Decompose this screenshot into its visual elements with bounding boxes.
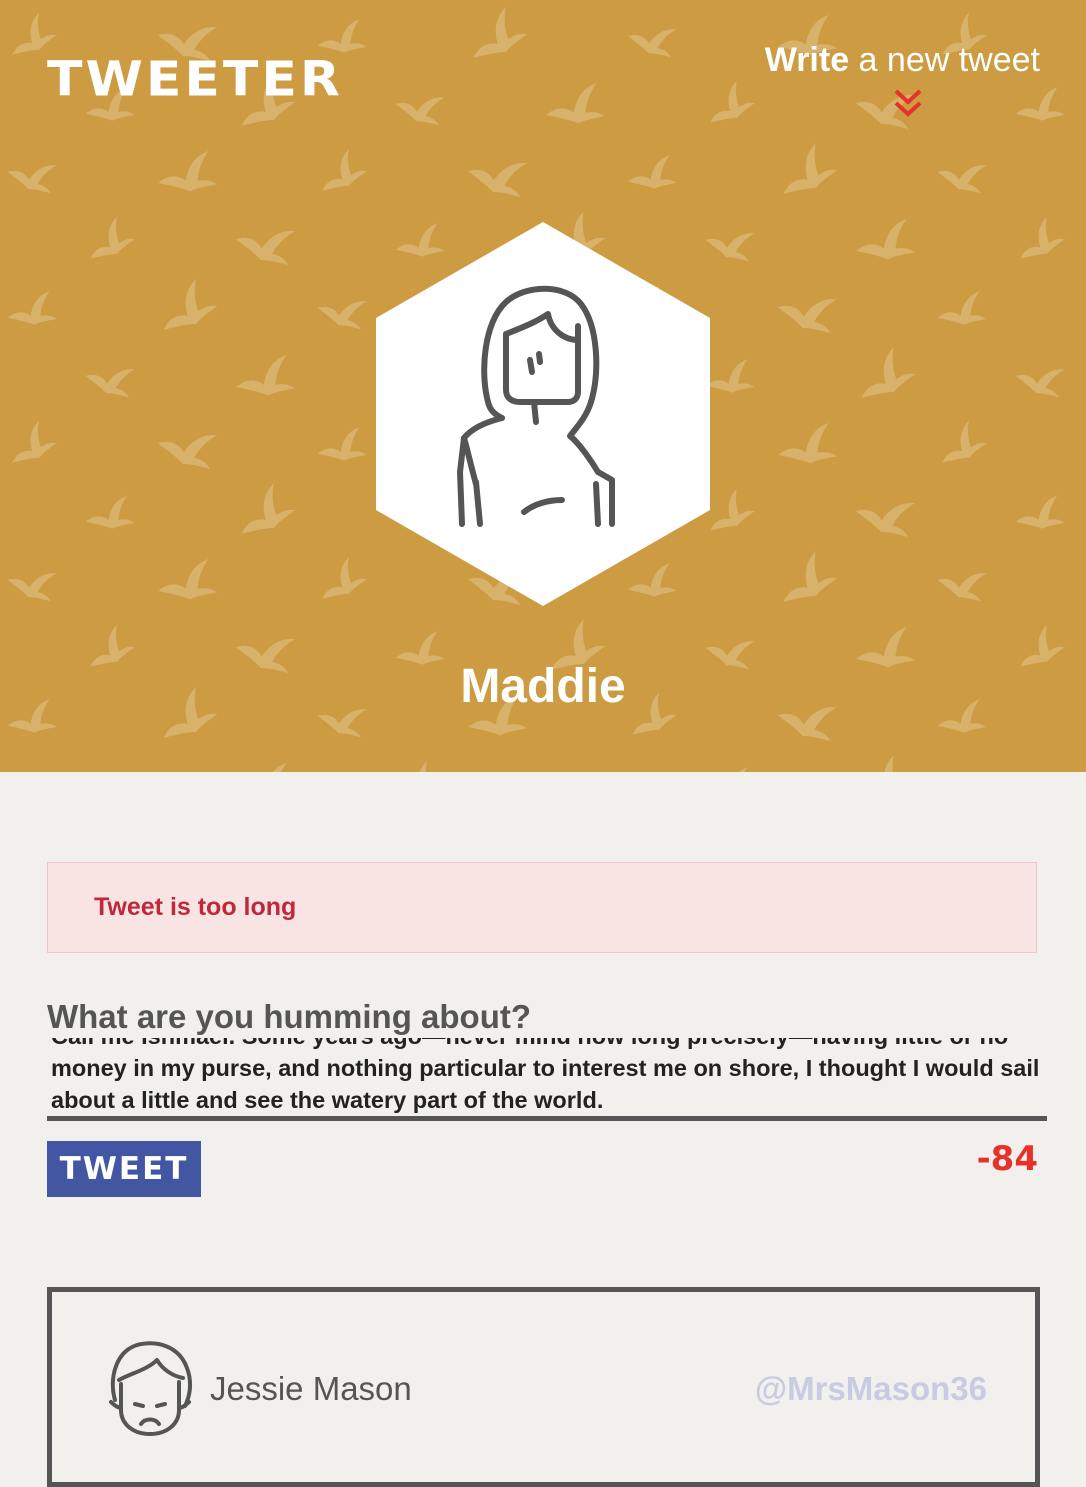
bird-pattern-icon bbox=[627, 29, 677, 58]
bird-pattern-icon bbox=[783, 143, 838, 194]
bird-pattern-icon bbox=[855, 503, 916, 538]
bird-pattern-icon bbox=[705, 359, 755, 393]
bird-pattern-icon bbox=[627, 155, 677, 189]
bird-pattern-icon bbox=[163, 279, 218, 330]
error-message: Tweet is too long bbox=[94, 893, 297, 921]
bird-pattern-icon bbox=[322, 556, 367, 599]
bird-pattern-icon bbox=[12, 420, 57, 463]
profile-header: TWEETER Write a new tweet Maddie bbox=[0, 0, 1086, 772]
bird-pattern-icon bbox=[157, 435, 218, 470]
tweet-card: Jessie Mason @MrsMason36 bbox=[47, 1287, 1040, 1487]
write-new-tweet-link[interactable]: Write a new tweet bbox=[764, 41, 1040, 79]
bird-pattern-icon bbox=[236, 354, 295, 396]
error-alert: Tweet is too long bbox=[47, 862, 1037, 953]
bird-pattern-icon bbox=[473, 7, 528, 58]
bird-pattern-icon bbox=[85, 369, 135, 398]
bird-pattern-icon bbox=[1015, 369, 1065, 398]
bird-pattern-icon bbox=[235, 231, 296, 266]
bird-pattern-icon bbox=[236, 762, 295, 772]
tweet-author-handle[interactable]: @MrsMason36 bbox=[755, 1370, 987, 1408]
bird-pattern-icon bbox=[778, 422, 837, 464]
bird-pattern-icon bbox=[1081, 278, 1086, 341]
bird-pattern-icon bbox=[937, 165, 987, 194]
profile-name: Maddie bbox=[460, 660, 626, 713]
woman-avatar-icon bbox=[109, 1341, 193, 1436]
bird-pattern-icon bbox=[1015, 87, 1065, 121]
bird-pattern-icon bbox=[317, 301, 367, 330]
bird-pattern-icon bbox=[861, 755, 916, 772]
bird-pattern-icon bbox=[705, 233, 755, 262]
bird-pattern-icon bbox=[85, 495, 135, 529]
bird-pattern-icon bbox=[937, 291, 987, 325]
bird-pattern-icon bbox=[856, 218, 915, 260]
bird-pattern-icon bbox=[322, 148, 367, 191]
bird-pattern-icon bbox=[90, 216, 135, 259]
app-logo[interactable]: TWEETER bbox=[47, 56, 343, 104]
bird-pattern-icon bbox=[937, 573, 987, 602]
bird-pattern-icon bbox=[710, 80, 755, 123]
bird-pattern-icon bbox=[7, 573, 57, 602]
bird-pattern-icon bbox=[158, 150, 217, 192]
bird-pattern-icon bbox=[783, 551, 838, 602]
bird-pattern-icon bbox=[317, 19, 367, 53]
bird-pattern-icon bbox=[1020, 216, 1065, 259]
bird-pattern-icon bbox=[395, 97, 445, 126]
bird-pattern-icon bbox=[7, 165, 57, 194]
tweet-author-name: Jessie Mason bbox=[210, 1370, 412, 1407]
bird-pattern-icon bbox=[400, 760, 445, 772]
bird-pattern-icon bbox=[942, 420, 987, 463]
bird-pattern-icon bbox=[542, 761, 607, 772]
bird-pattern-icon bbox=[7, 291, 57, 325]
bird-pattern-icon bbox=[241, 483, 296, 534]
compose-label: What are you humming about? bbox=[47, 998, 531, 1035]
bird-pattern-icon bbox=[1013, 766, 1067, 772]
compose-link-strong: Write bbox=[764, 41, 850, 79]
character-counter: -84 bbox=[976, 1139, 1038, 1179]
bird-pattern-icon bbox=[777, 299, 838, 334]
profile-avatar bbox=[376, 222, 710, 606]
tweet-button[interactable]: TWEET bbox=[47, 1141, 201, 1197]
compose-link-rest: a new tweet bbox=[849, 41, 1040, 79]
bird-pattern-icon bbox=[546, 82, 605, 124]
bird-pattern-icon bbox=[705, 767, 755, 772]
bird-pattern-icon bbox=[861, 347, 916, 398]
double-chevron-down-icon[interactable] bbox=[893, 88, 923, 120]
bird-pattern-icon bbox=[317, 427, 367, 461]
bird-pattern-icon bbox=[158, 558, 217, 600]
bird-pattern-icon bbox=[467, 163, 528, 198]
tweet-input[interactable]: Call me Ishmael. Some years ago—never mi… bbox=[47, 1038, 1047, 1121]
bird-pattern-icon bbox=[83, 766, 137, 772]
bird-pattern-icon bbox=[1015, 495, 1065, 529]
